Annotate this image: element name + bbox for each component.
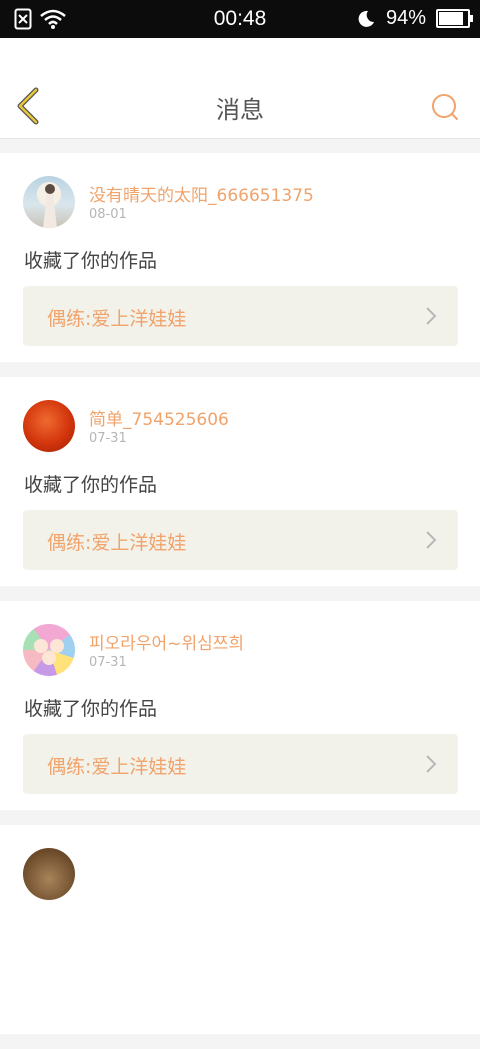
message-card-partial [0,825,480,1034]
username[interactable]: 피오라우어~위심쯔희 [89,629,244,654]
avatar[interactable] [23,848,75,900]
work-link[interactable]: 偶练:爱上洋娃娃 [23,286,458,346]
message-card: 没有晴天的太阳_666651375 08-01 收藏了你的作品 偶练:爱上洋娃娃 [0,153,480,362]
work-link[interactable]: 偶练:爱上洋娃娃 [23,734,458,794]
message-action: 收藏了你的作品 [24,474,158,496]
chevron-right-icon [426,755,437,773]
work-title: 偶练:爱上洋娃娃 [47,756,187,778]
username[interactable]: 没有晴天的太阳_666651375 [89,181,314,206]
work-link[interactable]: 偶练:爱上洋娃娃 [23,510,458,570]
chevron-right-icon [426,531,437,549]
username[interactable]: 简单_754525606 [89,405,229,430]
message-action: 收藏了你的作品 [24,250,158,272]
message-date: 07-31 [89,431,127,446]
avatar-figures [34,639,64,665]
battery-fill [439,12,464,25]
message-card: 피오라우어~위심쯔희 07-31 收藏了你的作品 偶练:爱上洋娃娃 [0,601,480,810]
avatar[interactable] [23,400,75,452]
message-date: 08-01 [89,207,127,222]
search-icon[interactable] [430,92,460,122]
page-title: 消息 [216,96,264,124]
avatar[interactable] [23,624,75,676]
work-title: 偶练:爱上洋娃娃 [47,308,187,330]
avatar[interactable] [23,176,75,228]
status-bar: 00:48 94% [0,0,480,38]
nav-bar: 消息 [0,38,480,139]
chevron-right-icon [426,307,437,325]
message-list: 没有晴天的太阳_666651375 08-01 收藏了你的作品 偶练:爱上洋娃娃… [0,153,480,1049]
battery-icon [436,9,473,28]
message-date: 07-31 [89,655,127,670]
message-action: 收藏了你的作品 [24,698,158,720]
avatar-figure [43,184,57,228]
message-card: 简单_754525606 07-31 收藏了你的作品 偶练:爱上洋娃娃 [0,377,480,586]
status-right-icons: 94% [356,7,473,30]
work-title: 偶练:爱上洋娃娃 [47,532,187,554]
do-not-disturb-moon-icon [358,10,374,27]
battery-percent: 94% [385,7,426,29]
